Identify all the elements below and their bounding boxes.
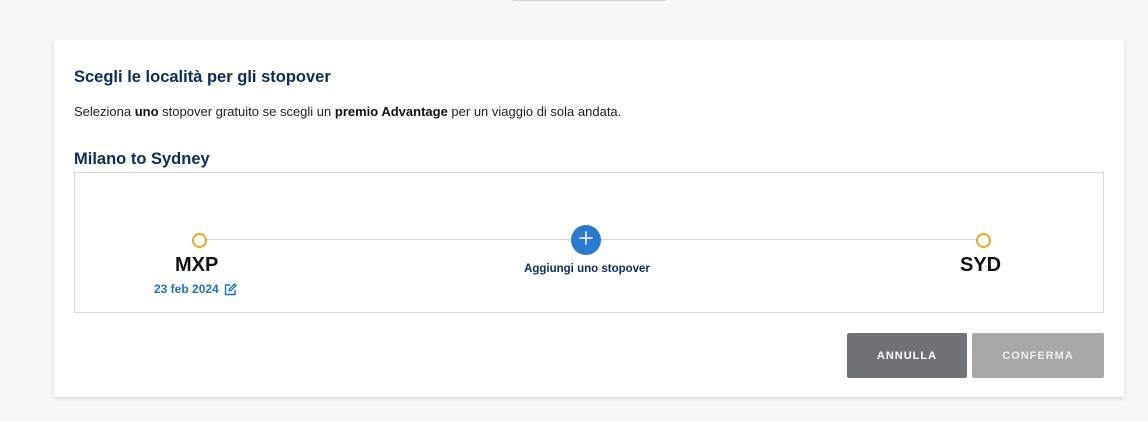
destination-code: SYD	[960, 254, 1002, 276]
plus-icon	[579, 230, 593, 250]
confirm-button[interactable]: CONFERMA	[972, 333, 1104, 378]
cancel-button[interactable]: ANNULLA	[847, 333, 967, 378]
add-stopover-label[interactable]: Aggiungi uno stopover	[507, 263, 667, 275]
origin-code: MXP	[175, 254, 219, 276]
origin-date: 23 feb 2024	[154, 282, 219, 296]
stopover-panel: Scegli le località per gli stopover Sele…	[54, 40, 1124, 397]
description-bold-1: uno	[134, 104, 159, 119]
add-stopover-button[interactable]	[571, 225, 601, 255]
origin-date-edit[interactable]: 23 feb 2024	[154, 282, 237, 296]
edit-icon	[224, 282, 237, 296]
top-tab-indicator	[513, 0, 666, 1]
description-text-2: stopover gratuito se scegli un	[158, 104, 335, 119]
panel-title: Scegli le località per gli stopover	[74, 68, 331, 86]
destination-node-icon	[976, 233, 991, 248]
route-title: Milano to Sydney	[74, 150, 210, 168]
panel-description: Seleziona uno stopover gratuito se scegl…	[74, 104, 621, 119]
origin-node-icon	[192, 233, 207, 248]
route-box: MXP 23 feb 2024 Aggiungi uno stopover SY…	[74, 172, 1104, 313]
description-text-1: Seleziona	[74, 104, 135, 119]
description-text-3: per un viaggio di sola andata.	[447, 104, 622, 119]
description-bold-2: premio Advantage	[334, 104, 448, 119]
